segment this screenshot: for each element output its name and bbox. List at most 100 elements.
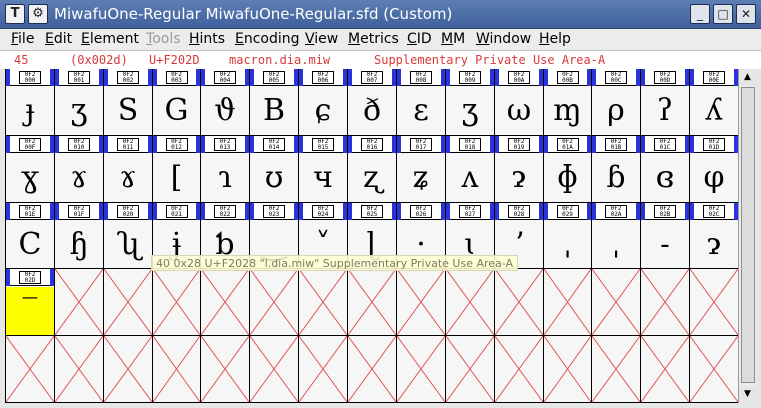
glyph-label-strip: 0F2 003 xyxy=(153,69,200,86)
glyph-cell[interactable]: 0F2 003 G xyxy=(153,69,200,135)
glyph-cell[interactable]: 0F2 00C ρ xyxy=(592,69,640,135)
window-menu-icon[interactable]: ⚙ xyxy=(28,4,48,24)
empty-glyph-slot[interactable] xyxy=(104,336,152,402)
blue-marker xyxy=(55,136,59,153)
glyph-cell[interactable]: 0F2 008 ɛ xyxy=(397,69,445,135)
glyph-cell[interactable]: 0F2 02A ˌ xyxy=(592,203,640,268)
empty-glyph-slot[interactable] xyxy=(641,336,689,402)
empty-glyph-slot[interactable] xyxy=(495,336,543,402)
empty-glyph-slot[interactable] xyxy=(348,269,396,335)
glyph-cell[interactable]: 0F2 017 ʑ xyxy=(397,136,445,202)
glyph-preview: ɛ xyxy=(413,93,429,128)
scrollbar-thumb[interactable] xyxy=(741,87,755,383)
menu-cid[interactable]: CID xyxy=(407,31,432,47)
empty-glyph-slot[interactable] xyxy=(153,269,200,335)
menu-element[interactable]: Element xyxy=(81,31,139,47)
glyph-cell[interactable]: 0F2 01D φ xyxy=(690,136,738,202)
vertical-scrollbar[interactable]: ▲ ▼ xyxy=(738,69,756,403)
glyph-cell[interactable]: 0F2 01B ɓ xyxy=(592,136,640,202)
glyph-cell[interactable]: 0F2 006 ɕ xyxy=(299,69,347,135)
empty-glyph-slot[interactable] xyxy=(348,336,396,402)
empty-glyph-slot[interactable] xyxy=(250,336,298,402)
glyph-cell[interactable]: 0F2 013 ɿ xyxy=(201,136,249,202)
glyph-cell[interactable]: 0F2 00F ɣ xyxy=(6,136,54,202)
menu-hints[interactable]: Hints xyxy=(189,31,225,47)
glyph-cell[interactable]: 0F2 00E ʎ xyxy=(690,69,738,135)
empty-glyph-slot[interactable] xyxy=(55,269,103,335)
maximize-button[interactable]: □ xyxy=(713,4,733,24)
empty-glyph-slot[interactable] xyxy=(690,336,738,402)
glyph-cell[interactable]: 0F2 00B ɱ xyxy=(544,69,591,135)
glyph-cell[interactable]: 0F2 02B ˗ xyxy=(641,203,689,268)
empty-glyph-slot[interactable] xyxy=(592,269,640,335)
glyph-cell[interactable]: 0F2 015 ч xyxy=(299,136,347,202)
glyph-area: ɟ xyxy=(6,87,54,135)
empty-glyph-slot[interactable] xyxy=(299,269,347,335)
glyph-cell[interactable]: 0F2 014 ʊ xyxy=(250,136,298,202)
menu-help[interactable]: Help xyxy=(539,31,571,47)
glyph-cell[interactable]: 0F2 02D ‾ xyxy=(6,269,54,335)
empty-glyph-slot[interactable] xyxy=(495,269,543,335)
glyph-cell[interactable]: 0F2 01E C xyxy=(6,203,54,268)
menu-metrics[interactable]: Metrics xyxy=(348,31,399,47)
blue-marker xyxy=(299,136,303,153)
empty-glyph-slot[interactable] xyxy=(397,336,445,402)
empty-glyph-slot[interactable] xyxy=(201,336,249,402)
glyph-cell[interactable]: 0F2 007 ð xyxy=(348,69,396,135)
blue-marker xyxy=(690,69,694,86)
glyph-cell[interactable]: 0F2 02C ɂ xyxy=(690,203,738,268)
menu-view[interactable]: View xyxy=(305,31,338,47)
empty-glyph-slot[interactable] xyxy=(544,269,591,335)
glyph-cell[interactable]: 0F2 01C ɞ xyxy=(641,136,689,202)
empty-glyph-slot[interactable] xyxy=(201,269,249,335)
glyph-cell[interactable]: 0F2 018 ʌ xyxy=(446,136,494,202)
app-icon[interactable]: T xyxy=(5,4,25,24)
empty-glyph-slot[interactable] xyxy=(544,336,591,402)
scroll-down-arrow-icon[interactable]: ▼ xyxy=(739,386,756,403)
empty-glyph-slot[interactable] xyxy=(446,336,494,402)
glyph-cell[interactable]: 0F2 016 ʐ xyxy=(348,136,396,202)
glyph-cell[interactable]: 0F2 000 ɟ xyxy=(6,69,54,135)
glyph-cell[interactable]: 0F2 011 ɤ xyxy=(104,136,152,202)
menu-file[interactable]: File xyxy=(11,31,34,47)
window-title: MiwafuOne-Regular MiwafuOne-Regular.sfd … xyxy=(54,5,453,23)
menu-encoding[interactable]: Encoding xyxy=(235,31,300,47)
glyph-cell[interactable]: 0F2 019 ɂ xyxy=(495,136,543,202)
empty-glyph-slot[interactable] xyxy=(641,269,689,335)
glyph-cell[interactable]: 0F2 012 [ xyxy=(153,136,200,202)
minimize-button[interactable]: _ xyxy=(690,4,710,24)
empty-glyph-slot[interactable] xyxy=(55,336,103,402)
codepoint-box: 0F2 010 xyxy=(68,138,90,151)
empty-glyph-slot[interactable] xyxy=(446,269,494,335)
glyph-cell[interactable]: 0F2 01A ɸ xyxy=(544,136,591,202)
glyph-cell[interactable]: 0F2 020 ʯ xyxy=(104,203,152,268)
scroll-up-arrow-icon[interactable]: ▲ xyxy=(739,69,756,86)
close-button[interactable]: ✕ xyxy=(736,4,756,24)
empty-glyph-slot[interactable] xyxy=(690,269,738,335)
glyph-cell[interactable]: 0F2 005 B xyxy=(250,69,298,135)
menu-edit[interactable]: Edit xyxy=(45,31,72,47)
menu-window[interactable]: Window xyxy=(476,31,531,47)
empty-glyph-slot[interactable] xyxy=(299,336,347,402)
glyph-preview: ‾ xyxy=(22,293,38,328)
menu-mm[interactable]: MM xyxy=(441,31,465,47)
empty-glyph-slot[interactable] xyxy=(153,336,200,402)
empty-glyph-slot[interactable] xyxy=(397,269,445,335)
glyph-cell[interactable]: 0F2 01F ɧ xyxy=(55,203,103,268)
glyph-cell[interactable]: 0F2 001 ʒ xyxy=(55,69,103,135)
glyph-cell[interactable]: 0F2 009 ʒ xyxy=(446,69,494,135)
empty-glyph-slot[interactable] xyxy=(104,269,152,335)
codepoint-box: 0F2 00B xyxy=(556,71,579,84)
glyph-cell[interactable]: 0F2 029 ˌ xyxy=(544,203,591,268)
empty-glyph-slot[interactable] xyxy=(6,336,54,402)
empty-glyph-slot[interactable] xyxy=(592,336,640,402)
glyph-cell[interactable]: 0F2 00A ω xyxy=(495,69,543,135)
glyph-name: macron.dia.miw xyxy=(229,53,331,67)
empty-glyph-slot[interactable] xyxy=(250,269,298,335)
codepoint-box: 0F2 003 xyxy=(165,71,188,84)
glyph-cell[interactable]: 0F2 010 ɤ xyxy=(55,136,103,202)
glyph-preview: ʌ xyxy=(461,160,479,195)
glyph-cell[interactable]: 0F2 002 S xyxy=(104,69,152,135)
glyph-cell[interactable]: 0F2 00D ʔ xyxy=(641,69,689,135)
glyph-cell[interactable]: 0F2 004 ϑ xyxy=(201,69,249,135)
